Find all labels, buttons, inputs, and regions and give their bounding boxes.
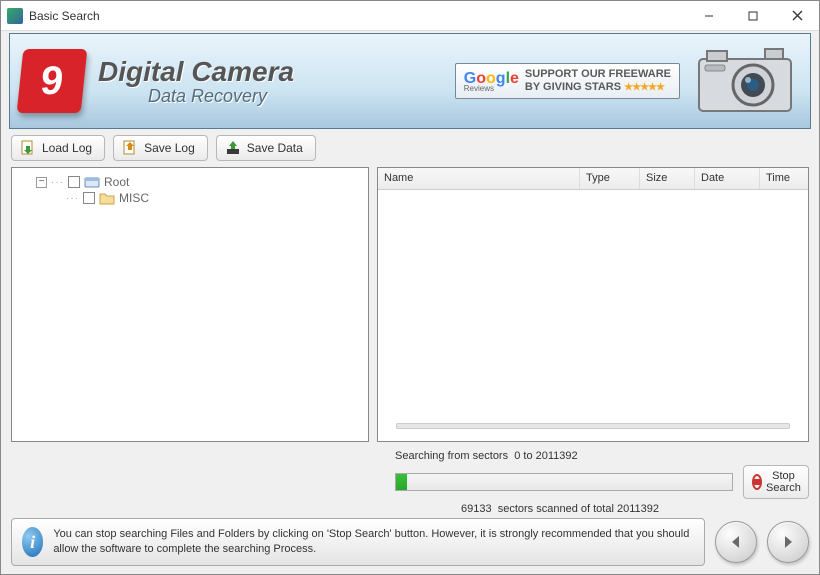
stars-icon: ★★★★★ — [624, 82, 664, 93]
arrow-left-icon — [728, 534, 744, 550]
minimize-button[interactable] — [687, 1, 731, 31]
tree-node-child[interactable]: ··· MISC — [74, 190, 362, 206]
column-time[interactable]: Time — [760, 168, 808, 189]
list-header: Name Type Size Date Time — [378, 168, 808, 190]
load-log-label: Load Log — [42, 141, 92, 155]
column-size[interactable]: Size — [640, 168, 695, 189]
progress-label: Searching from sectors 0 to 2011392 — [395, 450, 809, 462]
maximize-button[interactable] — [731, 1, 775, 31]
save-data-icon — [225, 140, 241, 156]
tree-node-label: Root — [104, 175, 129, 189]
stop-icon — [752, 474, 762, 490]
list-body[interactable] — [378, 190, 808, 441]
info-panel: i You can stop searching Files and Folde… — [11, 518, 705, 566]
support-text: SUPPORT OUR FREEWARE BY GIVING STARS ★★★… — [525, 68, 671, 94]
column-date[interactable]: Date — [695, 168, 760, 189]
app-icon — [7, 8, 23, 24]
title-bar: Basic Search — [1, 1, 819, 31]
horizontal-scrollbar[interactable] — [396, 423, 790, 429]
save-data-button[interactable]: Save Data — [216, 135, 316, 161]
checkbox[interactable] — [68, 176, 80, 188]
close-button[interactable] — [775, 1, 819, 31]
load-log-icon — [20, 140, 36, 156]
google-reviews-badge[interactable]: Google Reviews SUPPORT OUR FREEWARE BY G… — [455, 63, 680, 99]
camera-icon — [690, 45, 800, 117]
checkbox[interactable] — [83, 192, 95, 204]
toolbar: Load Log Save Log Save Data — [1, 129, 819, 167]
save-log-icon — [122, 140, 138, 156]
progress-area: Searching from sectors 0 to 2011392 Stop… — [1, 448, 819, 512]
app-logo-icon: 9 — [17, 49, 88, 113]
drive-icon — [84, 175, 100, 189]
tree-node-label: MISC — [119, 191, 149, 205]
save-log-label: Save Log — [144, 141, 195, 155]
folder-icon — [99, 191, 115, 205]
prev-button[interactable] — [715, 521, 757, 563]
progress-fill — [396, 474, 407, 490]
window-title: Basic Search — [29, 9, 687, 23]
column-name[interactable]: Name — [378, 168, 580, 189]
next-button[interactable] — [767, 521, 809, 563]
file-list: Name Type Size Date Time — [377, 167, 809, 442]
column-type[interactable]: Type — [580, 168, 640, 189]
folder-tree[interactable]: − ··· Root ··· MISC — [11, 167, 369, 442]
collapse-icon[interactable]: − — [36, 177, 47, 188]
progress-status: 69133 sectors scanned of total 2011392 — [395, 503, 809, 515]
app-title: Digital Camera — [98, 56, 294, 88]
save-log-button[interactable]: Save Log — [113, 135, 208, 161]
header-banner: 9 Digital Camera Data Recovery Google Re… — [9, 33, 811, 129]
progress-bar — [395, 473, 733, 491]
tree-node-root[interactable]: − ··· Root — [36, 174, 362, 190]
save-data-label: Save Data — [247, 141, 303, 155]
info-icon: i — [22, 527, 43, 557]
load-log-button[interactable]: Load Log — [11, 135, 105, 161]
info-text: You can stop searching Files and Folders… — [53, 527, 694, 557]
stop-search-button[interactable]: Stop Search — [743, 465, 809, 499]
stop-search-label: Stop Search — [766, 470, 801, 494]
app-subtitle: Data Recovery — [148, 86, 294, 107]
arrow-right-icon — [780, 534, 796, 550]
